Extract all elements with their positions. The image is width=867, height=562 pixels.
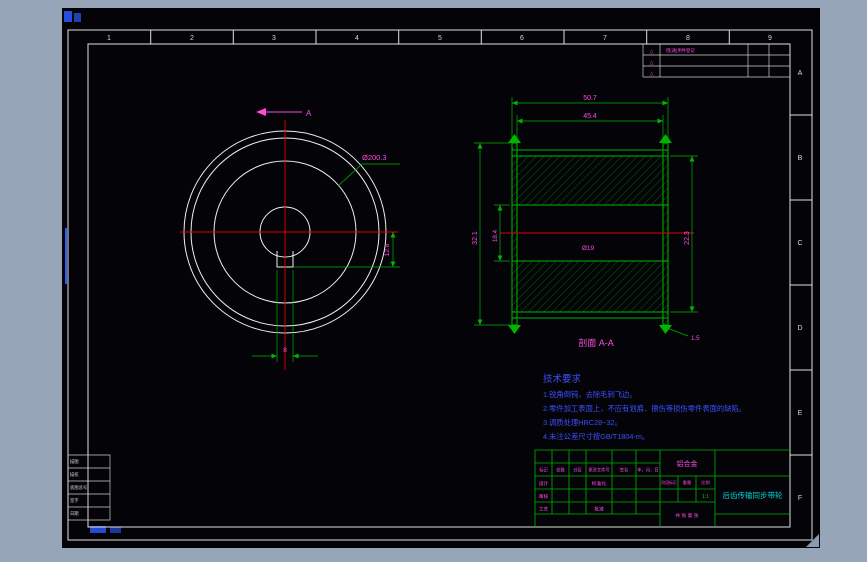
zone-number: 2 [190, 35, 194, 42]
zone-number: 5 [438, 35, 442, 42]
zone-letter: F [798, 495, 802, 502]
keyway-depth-label: 12.8 [384, 243, 391, 256]
zone-number: 3 [272, 35, 276, 42]
section-caption: 剖面 A-A [578, 337, 614, 348]
dim-overall-width-label: 50.7 [583, 95, 597, 102]
dim-flange-label: 1.5 [691, 335, 700, 342]
revision-mark: △ [650, 60, 654, 66]
tech-req-item: 1.锐角倒钝，去除毛刺飞边。 [543, 390, 637, 399]
tech-req-item: 3.调质处理HRC28~32。 [543, 418, 622, 427]
dim-belt-width-label: 45.4 [583, 113, 597, 120]
archive-row-label: 描校 [70, 471, 79, 478]
diameter-label: Ø200.3 [362, 153, 387, 162]
dim-rim-height-label: 22.3 [684, 231, 691, 245]
zone-letter: D [797, 325, 802, 332]
material-field: 铝合金 [677, 459, 698, 468]
header-zone: 分区 [573, 467, 582, 474]
zone-number: 4 [355, 35, 359, 42]
zone-number: 6 [520, 35, 524, 42]
zone-letter: A [798, 70, 803, 77]
revision-note: 借(通)用件登记 [666, 47, 695, 54]
tech-req-title: 技术要求 [543, 373, 582, 385]
role-audit: 审核 [539, 493, 549, 500]
archive-row-label: 描图 [70, 458, 79, 465]
zone-letter: B [798, 155, 803, 162]
header-sign: 签名 [620, 467, 629, 474]
cad-viewport: 1 2 3 4 5 6 7 8 9 A B C D E F A Ø200.3 1… [0, 0, 867, 562]
section-arrow-label: A [306, 109, 312, 118]
bore-label: Ø19 [582, 245, 595, 252]
dim-bore-label: 18.4 [492, 229, 499, 242]
zone-letter: C [797, 240, 802, 247]
zone-number: 7 [603, 35, 607, 42]
archive-row-label: 签字 [70, 497, 79, 503]
keyway-width-label: 8 [283, 347, 287, 354]
archive-row-label: 底图总号 [70, 484, 87, 491]
zone-number: 1 [107, 35, 111, 42]
role-approve: 批准 [594, 506, 604, 513]
header-count: 处数 [556, 467, 565, 474]
title-block-header-row: 标记 处数 分区 更改文件号 签名 年、月、日 [539, 467, 659, 474]
tech-req-item: 2.零件加工表面上，不应有划痕、擦伤等损伤零件表面的缺陷。 [543, 404, 746, 413]
header-date: 年、月、日 [637, 467, 658, 474]
sheets-label: 共 张 第 张 [675, 512, 698, 519]
role-design: 设计 [539, 480, 549, 487]
scale-label: 比例 [701, 479, 709, 486]
revision-mark: △ [650, 71, 654, 77]
cad-drawing: 1 2 3 4 5 6 7 8 9 A B C D E F A Ø200.3 1… [62, 8, 820, 548]
tech-req-item: 4.未注公差尺寸按GB/T1804-m。 [543, 432, 649, 441]
zone-number: 8 [686, 35, 690, 42]
zone-number: 9 [768, 35, 772, 42]
header-mark: 标记 [539, 467, 548, 474]
part-name: 后齿传输同步带轮 [723, 490, 783, 500]
zone-letter: E [798, 410, 803, 417]
revision-mark: △ [650, 49, 654, 55]
paper [62, 8, 820, 548]
dim-overall-height-label: 32.1 [472, 231, 479, 245]
role-process: 工艺 [539, 507, 549, 513]
header-file-no: 更改文件号 [588, 467, 609, 474]
role-standard: 标准化 [592, 480, 607, 487]
scale-value: 1:1 [702, 494, 709, 500]
weight-label: 重量 [683, 479, 691, 486]
stage-label: 阶段标记 [661, 480, 676, 485]
